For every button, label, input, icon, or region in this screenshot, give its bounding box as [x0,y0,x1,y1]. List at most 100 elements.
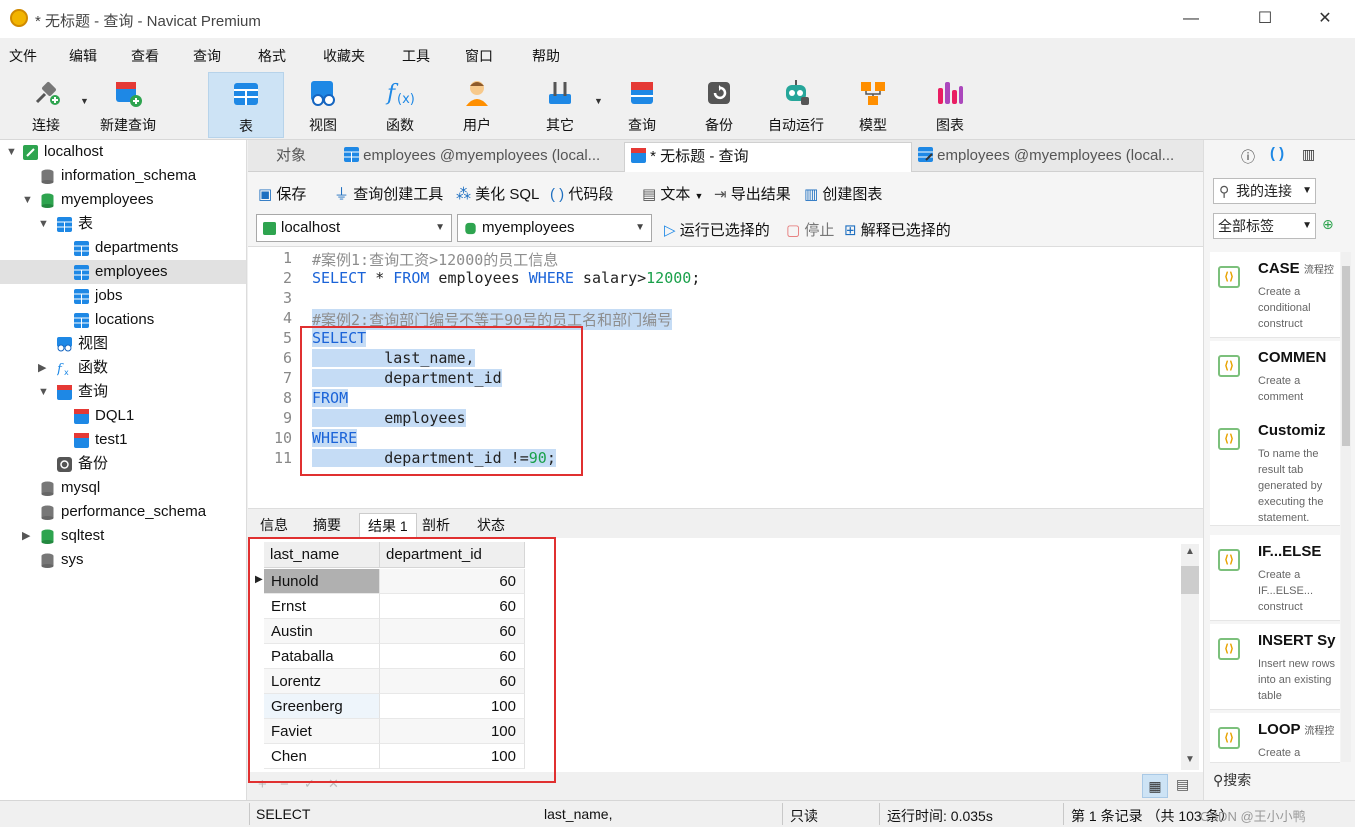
tab-objects[interactable]: 对象 [270,142,340,172]
discard-changes-icon[interactable]: ✕ [328,776,339,792]
tree-item-myemployees[interactable]: ▼ myemployees [0,188,246,212]
tree-item-views[interactable]: 视图 [0,332,246,356]
snippet-insert[interactable]: ⟨⟩ INSERT Sy Insert new rows into an exi… [1210,624,1340,710]
close-button[interactable]: ✕ [1300,4,1350,34]
expanded-chevron-icon[interactable]: ▼ [6,140,17,164]
add-snippet-icon[interactable]: ⊕ [1322,216,1334,233]
menu-edit[interactable]: 编辑 [69,46,97,66]
snippet-case[interactable]: ⟨⟩ CASE 流程控 Create a conditional constru… [1210,252,1340,338]
table-cell[interactable]: Lorentz [264,669,380,694]
table-cell[interactable]: 60 [380,644,525,669]
other-button[interactable]: 其它 [522,72,598,138]
backup-button[interactable]: 备份 [681,72,757,138]
grid-view-icon[interactable]: ▦ [1142,774,1168,798]
table-cell[interactable]: Greenberg [264,694,380,719]
connect-dropdown-icon[interactable]: ▼ [80,96,89,106]
tree-item-employees[interactable]: employees [0,260,246,284]
scroll-down-icon[interactable]: ▼ [1185,754,1195,765]
snippet-braces-icon[interactable]: ( ) [1270,145,1284,162]
connection-select[interactable]: localhost ▼ [256,214,452,242]
tree-item-backup[interactable]: 备份 [0,452,246,476]
menu-tools[interactable]: 工具 [402,46,430,66]
tree-item-sys[interactable]: sys [0,548,246,572]
menu-query[interactable]: 查询 [193,46,221,66]
function-button[interactable]: f (x) 函数 [362,72,438,138]
table-cell[interactable]: Chen [264,744,380,769]
automation-button[interactable]: 自动运行 [758,72,834,138]
collapsed-chevron-icon[interactable]: ▶ [22,524,30,548]
snippet-button[interactable]: ( ) 代码段 [550,183,613,204]
model-button[interactable]: 模型 [835,72,911,138]
tags-select[interactable]: 全部标签 ▼ [1213,213,1316,239]
table-cell[interactable]: 60 [380,594,525,619]
menu-favorites[interactable]: 收藏夹 [323,46,365,66]
tree-item-performance-schema[interactable]: performance_schema [0,500,246,524]
column-header[interactable]: last_name [264,542,380,568]
apply-changes-icon[interactable]: ✓ [304,776,315,792]
snippet-search[interactable]: ⚲搜索 [1213,770,1251,790]
vertical-scrollbar[interactable]: ▲ ▼ [1181,544,1199,770]
tab-profile[interactable]: 剖析 [414,513,458,539]
tree-item-localhost[interactable]: ▼ localhost [0,140,246,164]
scroll-up-icon[interactable]: ▲ [1185,546,1195,557]
table-cell[interactable]: Austin [264,619,380,644]
tree-item-mysql[interactable]: mysql [0,476,246,500]
table-cell[interactable]: Pataballa [264,644,380,669]
table-cell[interactable]: Ernst [264,594,380,619]
minimize-button[interactable]: — [1166,4,1216,34]
database-select[interactable]: myemployees ▼ [457,214,652,242]
expanded-chevron-icon[interactable]: ▼ [22,188,33,212]
table-cell[interactable]: 100 [380,744,525,769]
snippet-scrollbar[interactable] [1341,252,1351,762]
tree-item-queries[interactable]: ▼ 查询 [0,380,246,404]
tab-summary[interactable]: 摘要 [305,513,349,539]
beautify-sql-button[interactable]: ⁂ 美化 SQL [456,183,539,204]
layout-icon[interactable]: ▥ [1302,146,1315,163]
table-cell[interactable]: 60 [380,569,525,594]
text-button[interactable]: ▤ 文本 ▼ [642,183,703,204]
export-results-button[interactable]: ⇥ 导出结果 [714,183,791,204]
tab-status[interactable]: 状态 [469,513,513,539]
connect-button[interactable]: 连接 [8,72,84,138]
tree-item-dql1[interactable]: DQL1 [0,404,246,428]
stop-button[interactable]: ▢ 停止 [786,219,834,240]
maximize-button[interactable]: ☐ [1240,4,1290,34]
expanded-chevron-icon[interactable]: ▼ [38,380,49,404]
tab-employees-1[interactable]: employees @myemployees (local... [338,142,624,172]
tab-result-1[interactable]: 结果 1 [359,513,417,539]
scrollbar-thumb[interactable] [1342,266,1350,446]
tab-untitled-query[interactable]: * 无标题 - 查询 [624,142,912,172]
query-button[interactable]: 查询 [604,72,680,138]
snippet-if-else[interactable]: ⟨⟩ IF...ELSE Create a IF...ELSE... const… [1210,535,1340,621]
other-dropdown-icon[interactable]: ▼ [594,96,603,106]
tree-item-jobs[interactable]: jobs [0,284,246,308]
table-cell[interactable]: Faviet [264,719,380,744]
delete-record-icon[interactable]: − [280,776,289,793]
info-icon[interactable]: ⓘ [1241,147,1255,167]
tree-item-information-schema[interactable]: information_schema [0,164,246,188]
tree-item-test1[interactable]: test1 [0,428,246,452]
table-cell[interactable]: 100 [380,694,525,719]
collapsed-chevron-icon[interactable]: ▶ [38,356,46,380]
tree-item-sqltest[interactable]: ▶ sqltest [0,524,246,548]
add-record-icon[interactable]: + [258,776,267,793]
table-cell[interactable]: Hunold [264,569,380,594]
menu-window[interactable]: 窗口 [465,46,493,66]
explain-selected-button[interactable]: ⊞ 解释已选择的 [844,219,951,240]
view-button[interactable]: 视图 [285,72,361,138]
form-view-icon[interactable]: ▤ [1176,776,1189,793]
menu-file[interactable]: 文件 [9,46,37,66]
menu-help[interactable]: 帮助 [532,46,560,66]
tab-employees-2[interactable]: employees @myemployees (local... [912,142,1202,172]
tab-info[interactable]: 信息 [252,513,296,539]
expanded-chevron-icon[interactable]: ▼ [38,212,49,236]
tree-item-locations[interactable]: locations [0,308,246,332]
menu-view[interactable]: 查看 [131,46,159,66]
table-cell[interactable]: 100 [380,719,525,744]
table-cell[interactable]: 60 [380,669,525,694]
column-header[interactable]: department_id [380,542,525,568]
tree-item-departments[interactable]: departments [0,236,246,260]
query-builder-button[interactable]: ⏚ 查询创建工具 [334,183,443,204]
new-query-button[interactable]: 新建查询 [90,72,166,138]
scrollbar-thumb[interactable] [1181,566,1199,594]
